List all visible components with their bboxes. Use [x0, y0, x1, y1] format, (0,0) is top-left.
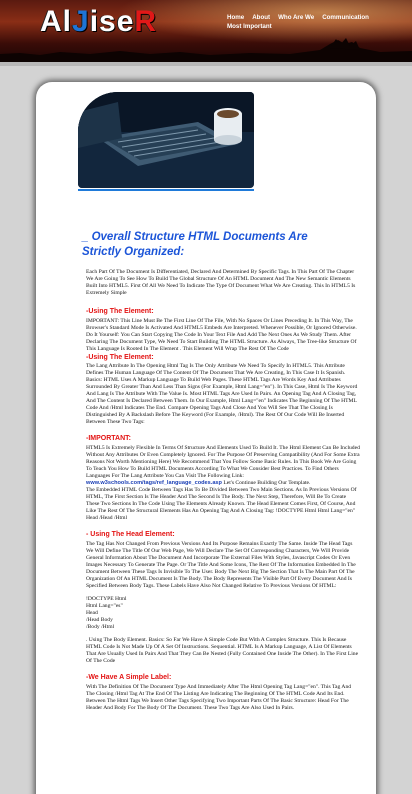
language-codes-link[interactable]: www.w3schools.com/tags/ref_language_code…	[86, 480, 222, 486]
paragraph-text: Let's Continue Building Our Template.	[223, 480, 311, 486]
laptop-coffee-image	[78, 92, 254, 188]
article-title: _ Overall Structure HTML Documents Are S…	[82, 231, 308, 258]
paragraph: The Tag Has Not Changed From Previous Ve…	[86, 541, 356, 589]
article-card: _ Overall Structure HTML Documents Are S…	[36, 82, 376, 794]
paragraph: With The Definition Of The Document Type…	[86, 684, 352, 711]
logo-part-a: Al	[40, 5, 72, 38]
nav-home[interactable]: Home	[227, 14, 244, 21]
section-heading: - Using The Head Element:	[86, 531, 175, 538]
nav-communication[interactable]: Communication	[322, 14, 369, 21]
code-line: /Head Body	[86, 617, 113, 623]
section-heading: -IMPORTANT:	[86, 435, 131, 442]
paragraph: . Using The Body Element. Basics: So Far…	[86, 637, 359, 664]
code-line: !DOCTYPE Html	[86, 596, 127, 602]
site-header: AlJiseR Home About Who Are We Communication…	[0, 0, 412, 62]
main-nav: Home About Who Are We Communication Most Imp…	[227, 13, 407, 31]
paragraph: IMPORTANT: This Line Must Be The First L…	[86, 318, 357, 352]
section-heading: -We Have A Simple Label:	[86, 674, 172, 681]
logo-part-d: R	[134, 5, 158, 38]
code-line: /Body /Html	[86, 624, 115, 630]
header-divider	[0, 62, 412, 66]
paragraph: The Embedded HTML Code Between Tags Has …	[86, 487, 357, 521]
nav-most-important[interactable]: Most Important	[227, 23, 272, 30]
code-line: Head	[86, 610, 98, 616]
logo-part-c: ise	[89, 5, 135, 38]
intro-paragraph: Each Part Of The Document Is Differentia…	[86, 269, 356, 296]
site-logo[interactable]: AlJiseR	[40, 4, 157, 40]
section-heading: -Using The Element:	[86, 354, 154, 361]
paragraph: HTML5 Is Extremely Flexible In Terms Of …	[86, 445, 360, 487]
image-underline	[78, 189, 254, 191]
nav-about[interactable]: About	[252, 14, 270, 21]
article-body: Each Part Of The Document Is Differentia…	[86, 269, 360, 712]
code-line: Html Lang="es"	[86, 603, 123, 609]
nav-who-are-we[interactable]: Who Are We	[278, 14, 314, 21]
paragraph-text: HTML5 Is Extremely Flexible In Terms Of …	[86, 445, 360, 479]
laptop-image-icon	[78, 92, 254, 188]
logo-part-b: J	[72, 5, 90, 38]
section-heading: -Using The Element:	[86, 308, 154, 315]
paragraph: The Lang Attribute In The Opening Html T…	[86, 363, 358, 425]
